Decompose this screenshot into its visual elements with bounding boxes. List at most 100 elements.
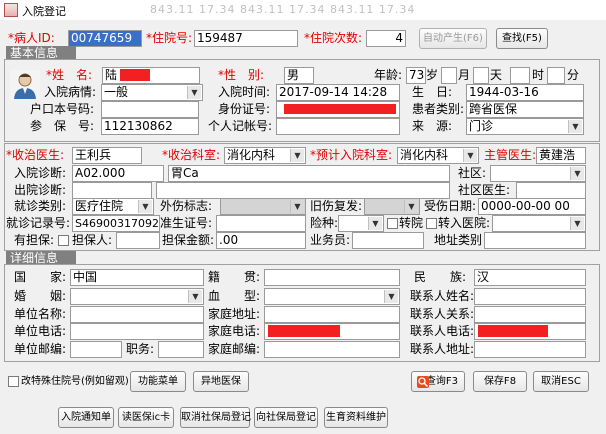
query-button[interactable]: 查询F3 — [411, 371, 465, 392]
occupation-input[interactable] — [158, 341, 204, 358]
doctor-label: *收治医生: — [6, 148, 65, 162]
age-minute-input[interactable] — [547, 67, 565, 84]
admit-diag-label: 入院诊断: — [14, 166, 67, 180]
injury-select[interactable]: ▼ — [220, 198, 306, 215]
contact-address-input[interactable] — [474, 341, 586, 358]
condition-select[interactable]: 一般 ▼ — [101, 84, 203, 101]
chevron-down-icon[interactable]: ▼ — [187, 86, 201, 99]
inpatient-no-input[interactable]: 159487 — [194, 30, 298, 47]
patient-id-input[interactable]: 00747659 — [68, 30, 142, 47]
age-input[interactable]: 73 — [406, 67, 426, 84]
birth-input[interactable]: 1944-03-16 — [466, 84, 584, 101]
source-value: 门诊 — [469, 119, 494, 133]
personal-account-input[interactable] — [276, 118, 400, 135]
community-label: 社区: — [458, 166, 487, 180]
source-select[interactable]: 门诊 ▼ — [466, 118, 584, 135]
chevron-down-icon[interactable]: ▼ — [463, 149, 477, 162]
guarantee-checkbox[interactable] — [58, 235, 69, 246]
insurance-input[interactable]: 112130862 — [101, 118, 199, 135]
record-no-input[interactable]: S4690031709270 — [72, 215, 160, 232]
special-no-label: 改特殊住院号(例如留观) — [21, 376, 129, 387]
home-address-input[interactable] — [264, 306, 400, 323]
admit-diag-code-input[interactable]: A02.000 — [72, 165, 164, 182]
marriage-select[interactable]: ▼ — [70, 288, 204, 305]
household-input[interactable] — [101, 101, 199, 118]
visit-type-select[interactable]: 医疗住院 ▼ — [72, 198, 154, 215]
cancel-button[interactable]: 取消ESC — [533, 371, 589, 392]
chevron-down-icon[interactable]: ▼ — [138, 200, 152, 213]
gender-input[interactable]: 男 — [284, 67, 314, 84]
name-value: 陆 — [105, 68, 118, 82]
patient-type-input[interactable]: 跨省医保 — [466, 101, 584, 118]
dept-select[interactable]: 消化内科 ▼ — [224, 147, 306, 164]
transfer-checkbox[interactable] — [387, 218, 398, 229]
doctor-input[interactable]: 王利兵 — [72, 147, 142, 164]
transfer-in-checkbox[interactable] — [426, 218, 437, 229]
cancel-social-registration-button[interactable]: 取消社保局登记 — [180, 407, 251, 428]
maternity-data-button[interactable]: 生育资料维护 — [324, 407, 388, 428]
planned-dept-select[interactable]: 消化内科 ▼ — [397, 147, 479, 164]
special-no-checkbox[interactable] — [8, 376, 19, 387]
chevron-down-icon[interactable]: ▼ — [188, 290, 202, 303]
transfer-in-select[interactable]: ▼ — [492, 215, 586, 232]
address-type-input[interactable] — [484, 232, 586, 249]
injury-date-input[interactable]: 0000-00-00 00 — [478, 198, 586, 215]
insurance-type-select[interactable]: ▼ — [338, 215, 384, 232]
auto-generate-button[interactable]: 自动产生(F6) — [419, 28, 487, 49]
contact-relation-input[interactable] — [474, 306, 586, 323]
redaction-mark — [120, 69, 150, 81]
search-button[interactable]: 查找(F5) — [496, 28, 548, 49]
admit-time-label: 入院时间: — [218, 85, 271, 99]
ethnicity-input[interactable]: 汉 — [474, 269, 586, 286]
visit-count-input[interactable]: 4 — [366, 30, 406, 47]
save-button[interactable]: 保存F8 — [473, 371, 527, 392]
chevron-down-icon[interactable]: ▼ — [384, 290, 398, 303]
chevron-down-icon[interactable]: ▼ — [290, 149, 304, 162]
native-input[interactable] — [264, 269, 400, 286]
social-registration-button[interactable]: 向社保局登记 — [254, 407, 318, 428]
contact-name-input[interactable] — [474, 288, 586, 305]
community-select[interactable]: ▼ — [490, 165, 586, 182]
work-zip-input[interactable] — [70, 341, 122, 358]
age-hour-input[interactable] — [510, 67, 530, 84]
age-day-input[interactable] — [473, 67, 489, 84]
clerk-input[interactable] — [352, 232, 424, 249]
admit-time-input[interactable]: 2017-09-14 14:28 — [276, 84, 400, 101]
home-zip-input[interactable] — [264, 341, 400, 358]
native-label: 籍 贯: — [208, 270, 261, 284]
condition-value: 一般 — [104, 85, 129, 99]
quasi-birth-input[interactable] — [216, 215, 306, 232]
guarantor-input[interactable] — [116, 232, 160, 249]
old-injury-select[interactable]: ▼ — [364, 198, 420, 215]
admit-diag-text-input[interactable]: 胃Ca — [168, 165, 450, 182]
injury-date-label: 受伤日期: — [424, 199, 477, 213]
planned-dept-label: *预计入院科室: — [310, 148, 393, 162]
name-input[interactable]: 陆 — [102, 67, 200, 84]
name-label: *姓 名: — [46, 68, 93, 82]
chief-doctor-input[interactable]: 黄建浩 — [536, 147, 586, 164]
work-phone-input[interactable] — [70, 323, 204, 340]
record-no-label: 就诊记录号: — [6, 216, 71, 230]
admission-notice-button[interactable]: 入院通知单 — [58, 407, 114, 428]
employer-input[interactable] — [70, 306, 204, 323]
community-doctor-input[interactable] — [516, 182, 586, 199]
home-phone-label: 家庭电话: — [208, 324, 261, 338]
read-insurance-card-button[interactable]: 读医保ic卡 — [118, 407, 174, 428]
marriage-label: 婚 姻: — [14, 289, 67, 303]
discharge-diag-text-input[interactable] — [156, 182, 450, 199]
blood-select[interactable]: ▼ — [264, 288, 400, 305]
chevron-down-icon[interactable]: ▼ — [290, 200, 304, 213]
chevron-down-icon[interactable]: ▼ — [570, 217, 584, 230]
guarantee-amount-input[interactable]: .00 — [216, 232, 306, 249]
remote-insurance-button[interactable]: 异地医保 — [193, 371, 249, 392]
chevron-down-icon[interactable]: ▼ — [404, 200, 418, 213]
source-label: 来 源: — [412, 119, 453, 133]
chevron-down-icon[interactable]: ▼ — [570, 167, 584, 180]
chevron-down-icon[interactable]: ▼ — [368, 217, 382, 230]
discharge-diag-code-input[interactable] — [72, 182, 152, 199]
app-icon — [4, 3, 18, 17]
function-menu-button[interactable]: 功能菜单 — [130, 371, 186, 392]
nationality-input[interactable]: 中国 — [70, 269, 204, 286]
age-month-input[interactable] — [441, 67, 457, 84]
chevron-down-icon[interactable]: ▼ — [568, 120, 582, 133]
